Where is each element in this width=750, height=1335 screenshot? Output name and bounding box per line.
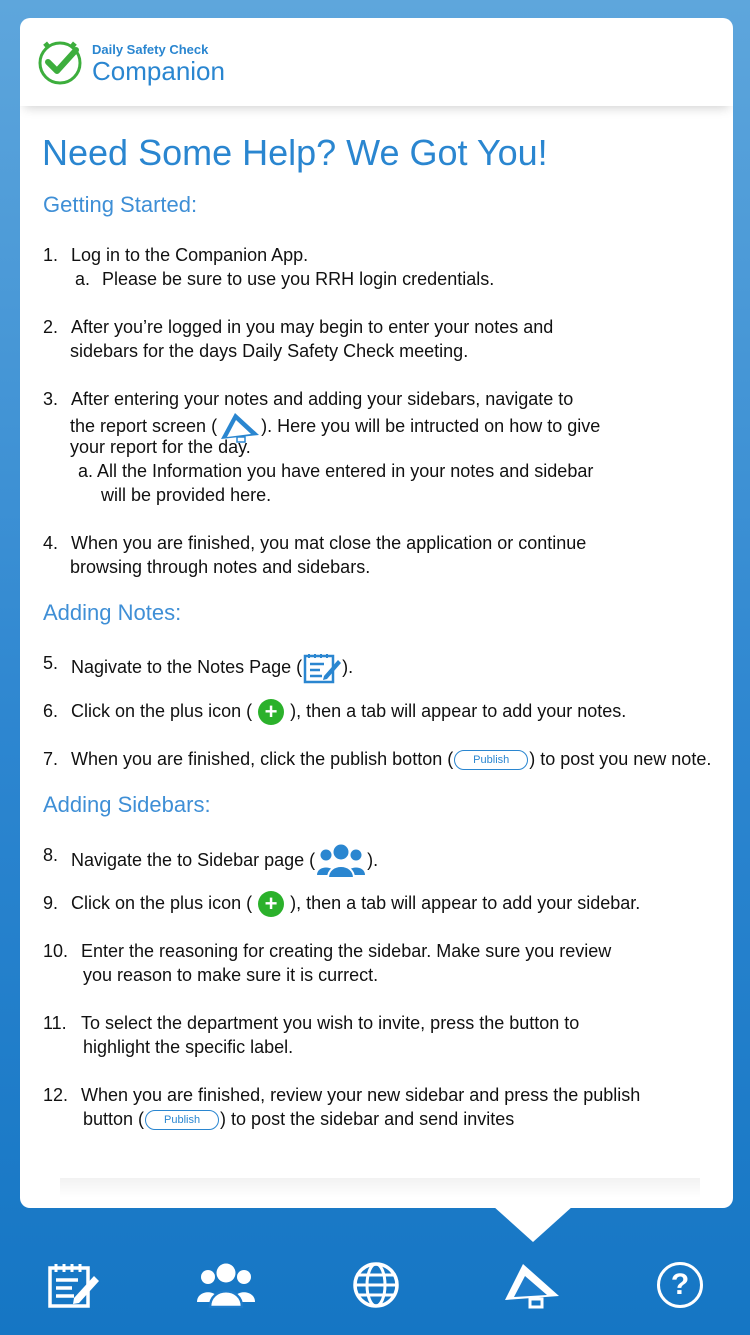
step-12-line2: button (Publish) to post the sidebar and… <box>83 1107 514 1131</box>
step-5-number: 5. <box>43 653 59 673</box>
step-11-line1: To select the department you wish to inv… <box>81 1013 580 1033</box>
active-tab-pointer <box>493 1206 573 1242</box>
step-5-post: ). <box>342 656 354 677</box>
step-12-post: ) to post the sidebar and send invites <box>220 1109 515 1129</box>
plus-icon: + <box>258 891 285 918</box>
notes-icon <box>303 654 342 684</box>
people-icon <box>197 1263 255 1308</box>
step-11-number: 11. <box>43 1013 67 1033</box>
people-icon <box>317 844 366 879</box>
nav-web-button[interactable] <box>344 1253 408 1317</box>
step-7-post: ) to post you new note. <box>529 749 712 769</box>
step-2-number: 2. <box>43 317 59 337</box>
step-3-sub-line1: a. All the Information you have entered … <box>78 461 594 481</box>
step-5-pre: Nagivate to the Notes Page ( <box>71 656 303 677</box>
step-6-number: 6. <box>43 701 59 721</box>
step-3-line1: After entering your notes and adding you… <box>71 389 574 409</box>
step-1-number: 1. <box>43 245 59 265</box>
step-3-line3: your report for the day. <box>70 437 251 457</box>
step-6-post: ), then a tab will appear to add your no… <box>290 701 627 721</box>
step-3-line2-post: ). Here you will be intructed on how to … <box>261 415 601 436</box>
app-header: Daily Safety Check Companion <box>20 18 733 106</box>
step-11-line2: highlight the specific label. <box>83 1037 294 1057</box>
step-1-text: Log in to the Companion App. <box>71 245 309 265</box>
step-12-pre: button ( <box>83 1109 145 1129</box>
step-2-line1: After you’re logged in you may begin to … <box>71 317 554 337</box>
step-2-line2: sidebars for the days Daily Safety Check… <box>70 341 469 361</box>
step-9-post: ), then a tab will appear to add your si… <box>290 893 641 913</box>
publish-button-sample: Publish <box>454 750 529 771</box>
nav-help-button[interactable]: ? <box>648 1253 712 1317</box>
help-icon: ? <box>657 1262 703 1308</box>
step-9-number: 9. <box>43 893 59 913</box>
nav-sidebars-button[interactable] <box>194 1253 258 1317</box>
step-9-text: Click on the plus icon (+), then a tab w… <box>71 891 641 918</box>
notes-icon <box>48 1264 99 1308</box>
step-3-number: 3. <box>43 389 59 409</box>
step-8-post: ). <box>367 849 379 870</box>
step-8-text: Navigate the to Sidebar page (). <box>71 843 378 879</box>
step-8-number: 8. <box>43 845 59 865</box>
card-bottom-shadow <box>60 1178 700 1198</box>
step-1-sub-label: a. <box>75 269 91 289</box>
publish-button-sample: Publish <box>145 1110 220 1131</box>
app-name-big: Companion <box>92 56 225 86</box>
help-card: Daily Safety Check Companion Need Some H… <box>20 18 733 1208</box>
section-adding-sidebars: Adding Sidebars: <box>43 792 211 817</box>
section-adding-notes: Adding Notes: <box>43 600 182 625</box>
step-4-number: 4. <box>43 533 59 553</box>
page-title: Need Some Help? We Got You! <box>42 132 548 173</box>
step-3-sub-line2: will be provided here. <box>101 485 272 505</box>
step-1-sub-text: Please be sure to use you RRH login cred… <box>102 269 495 289</box>
step-7-pre: When you are finished, click the publish… <box>71 749 454 769</box>
step-6-pre: Click on the plus icon ( <box>71 701 253 721</box>
step-9-pre: Click on the plus icon ( <box>71 893 253 913</box>
step-7-number: 7. <box>43 749 59 769</box>
step-10-line2: you reason to make sure it is currect. <box>83 965 379 985</box>
bottom-nav: ? <box>0 1245 750 1335</box>
step-12-number: 12. <box>43 1085 69 1105</box>
help-glyph: ? <box>670 1268 690 1301</box>
step-4-line2: browsing through notes and sidebars. <box>70 557 371 577</box>
nav-report-button[interactable] <box>500 1253 564 1317</box>
app-name-small: Daily Safety Check <box>92 42 209 57</box>
step-7-text: When you are finished, click the publish… <box>71 747 711 771</box>
step-6-text: Click on the plus icon (+), then a tab w… <box>71 699 627 726</box>
step-12-line1: When you are finished, review your new s… <box>81 1085 641 1105</box>
step-5-text: Nagivate to the Notes Page (). <box>71 651 353 685</box>
step-10-number: 10. <box>43 941 69 961</box>
step-3-line2-pre: the report screen ( <box>70 415 218 436</box>
section-getting-started: Getting Started: <box>43 192 198 217</box>
step-8-pre: Navigate the to Sidebar page ( <box>71 849 316 870</box>
megaphone-icon <box>505 1264 559 1309</box>
nav-notes-button[interactable] <box>42 1253 106 1317</box>
plus-icon: + <box>258 699 285 726</box>
checkmark-logo-icon <box>38 41 82 85</box>
step-10-line1: Enter the reasoning for creating the sid… <box>81 941 612 961</box>
step-4-line1: When you are finished, you mat close the… <box>71 533 587 553</box>
globe-icon <box>353 1262 399 1308</box>
